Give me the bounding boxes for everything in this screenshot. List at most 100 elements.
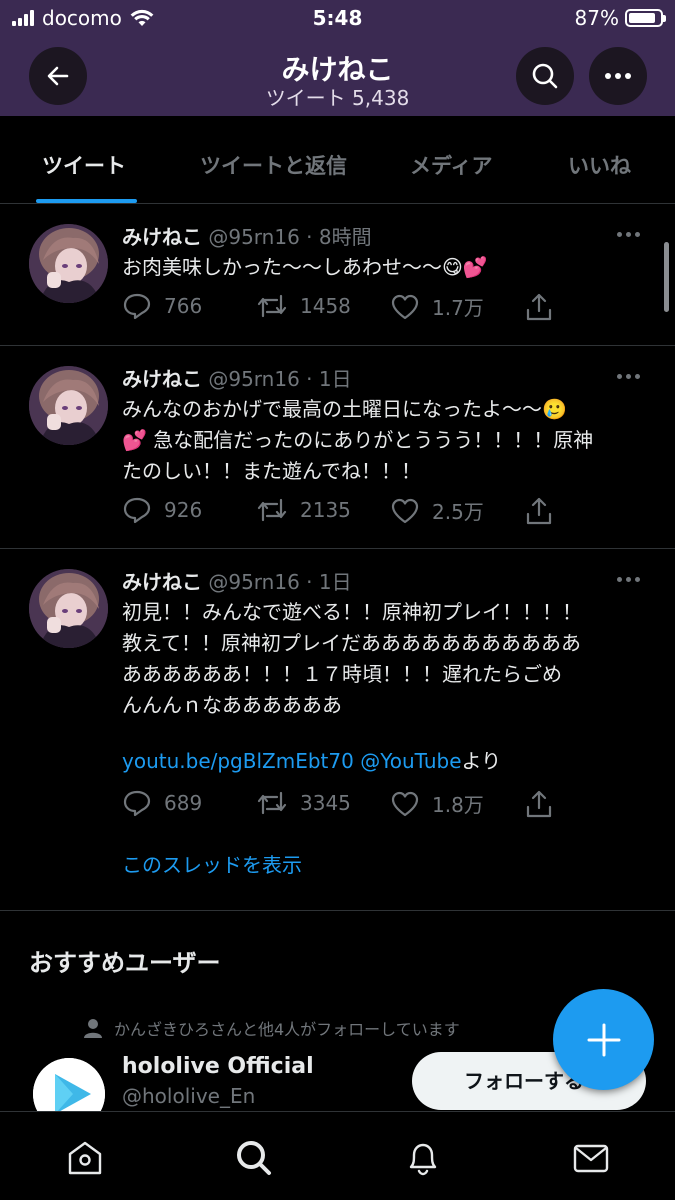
tweet-header: みけねこ @95rn16 · 1日: [122, 566, 352, 595]
more-horizontal-icon: [605, 73, 631, 79]
share-icon: [526, 497, 552, 525]
tweet-meta: @95rn16 · 1日: [208, 570, 352, 594]
avatar-image: [29, 366, 108, 445]
status-right: 87%: [574, 6, 666, 30]
bottom-navigation: [0, 1111, 675, 1200]
recommended-users-heading: おすすめユーザー: [29, 949, 221, 977]
share-icon: [526, 293, 552, 321]
tweet-more-icon[interactable]: [617, 374, 643, 380]
scrollbar[interactable]: [664, 242, 669, 312]
app: docomo 5:48 87% みけねこ ツイート 5,438 ツイート ツイー…: [0, 0, 675, 1200]
like-button[interactable]: 2.5万: [390, 496, 484, 525]
nav-search[interactable]: [232, 1136, 276, 1180]
reply-icon: [123, 790, 151, 817]
reply-count: 689: [164, 791, 203, 815]
like-count: 2.5万: [432, 500, 484, 524]
battery-icon: [625, 9, 666, 27]
tweet-more-icon[interactable]: [617, 577, 643, 583]
messages-icon: [573, 1144, 609, 1173]
show-thread-link[interactable]: このスレッドを表示: [122, 849, 302, 878]
retweet-icon: [257, 498, 287, 522]
retweet-count: 1458: [300, 294, 351, 318]
status-bar: docomo 5:48 87%: [0, 0, 675, 38]
compose-tweet-button[interactable]: [553, 989, 654, 1090]
tweet-author-name[interactable]: みけねこ: [122, 367, 202, 391]
tab-media[interactable]: メディア: [410, 150, 493, 180]
tweet-count: ツイート 5,438: [265, 86, 410, 110]
avatar[interactable]: [29, 224, 108, 303]
plus-icon: [587, 1023, 620, 1056]
search-icon: [532, 63, 558, 89]
avatar-image: [29, 224, 108, 303]
reply-count: 926: [164, 498, 203, 522]
tweet-link-suffix: より: [461, 749, 502, 773]
share-button[interactable]: [524, 292, 554, 322]
retweet-icon: [257, 294, 287, 318]
profile-tabs: ツイート ツイートと返信 メディア いいね: [0, 116, 675, 204]
reply-button[interactable]: 926: [122, 496, 202, 524]
home-icon: [68, 1141, 102, 1175]
nav-notifications[interactable]: [401, 1136, 445, 1180]
avatar-image: [29, 569, 108, 648]
retweet-button[interactable]: 3345: [256, 789, 351, 817]
tweet-header: みけねこ @95rn16 · 8時間: [122, 221, 372, 250]
retweet-button[interactable]: 2135: [256, 496, 351, 524]
tab-tweets[interactable]: ツイート: [42, 150, 126, 180]
tweet-more-icon[interactable]: [617, 232, 643, 238]
tab-likes[interactable]: いいね: [568, 150, 631, 180]
avatar[interactable]: [29, 569, 108, 648]
tweet-url-link[interactable]: youtu.be/pgBlZmEbt70: [122, 749, 354, 773]
reply-button[interactable]: 766: [122, 292, 202, 320]
tweet[interactable]: みけねこ @95rn16 · 1日 初見！！みんなで遊べる！！原神初プレイ！！！…: [0, 549, 675, 911]
battery-percent: 87%: [574, 6, 619, 30]
heart-icon: [391, 498, 419, 523]
tweet-actions: 926 2135 2.5万: [122, 496, 582, 528]
reply-icon: [123, 497, 151, 524]
tweet-actions: 766 1458 1.7万: [122, 292, 582, 324]
like-count: 1.8万: [432, 793, 484, 817]
retweet-count: 3345: [300, 791, 351, 815]
tab-tweets-and-replies[interactable]: ツイートと返信: [200, 150, 347, 180]
more-options-button[interactable]: [589, 47, 647, 105]
retweet-count: 2135: [300, 498, 351, 522]
tweet-header: みけねこ @95rn16 · 1日: [122, 363, 352, 392]
tweet-meta: @95rn16 · 1日: [208, 367, 352, 391]
tweet-text: みんなのおかげで最高の土曜日になったよ〜〜🥲 💕 急な配信だったのにありがとうう…: [122, 397, 594, 483]
share-button[interactable]: [524, 789, 554, 819]
share-button[interactable]: [524, 496, 554, 526]
search-button[interactable]: [516, 47, 574, 105]
like-button[interactable]: 1.7万: [390, 292, 484, 321]
person-icon: [84, 1019, 102, 1038]
tweet-author-name[interactable]: みけねこ: [122, 225, 202, 249]
tweet[interactable]: みけねこ @95rn16 · 8時間 お肉美味しかった〜〜しあわせ〜〜😋💕 76…: [0, 204, 675, 346]
social-context-text: かんざきひろさんと他4人がフォローしています: [114, 1020, 460, 1039]
battery-fill: [629, 13, 656, 23]
tweet-text: お肉美味しかった〜〜しあわせ〜〜😋💕: [122, 255, 488, 279]
reply-button[interactable]: 689: [122, 789, 202, 817]
like-button[interactable]: 1.8万: [390, 789, 484, 818]
search-icon: [237, 1141, 271, 1175]
heart-icon: [391, 294, 419, 319]
profile-header: docomo 5:48 87% みけねこ ツイート 5,438: [0, 0, 675, 116]
nav-messages[interactable]: [569, 1136, 613, 1180]
nav-home[interactable]: [63, 1136, 107, 1180]
tweet-text: 初見！！みんなで遊べる！！原神初プレイ！！！！ 教えて！！原神初プレイだああああ…: [122, 600, 582, 717]
tweet[interactable]: みけねこ @95rn16 · 1日 みんなのおかげで最高の土曜日になったよ〜〜🥲…: [0, 346, 675, 549]
recommended-user-handle: @hololive_En: [122, 1084, 256, 1108]
notifications-icon: [409, 1143, 437, 1176]
tweet-link-line: youtu.be/pgBlZmEbt70 @YouTubeより: [122, 746, 642, 777]
like-count: 1.7万: [432, 296, 484, 320]
active-tab-indicator: [36, 199, 137, 203]
tweet-author-name[interactable]: みけねこ: [122, 570, 202, 594]
retweet-button[interactable]: 1458: [256, 292, 351, 320]
tweet-mention-link[interactable]: @YouTube: [360, 749, 461, 773]
tweet-actions: 689 3345 1.8万: [122, 789, 582, 821]
retweet-icon: [257, 791, 287, 815]
reply-icon: [123, 293, 151, 320]
recommended-social-context: かんざきひろさんと他4人がフォローしています: [84, 1016, 460, 1040]
heart-icon: [391, 791, 419, 816]
recommended-user-name[interactable]: hololive Official: [122, 1054, 314, 1079]
tweet-meta: @95rn16 · 8時間: [208, 225, 372, 249]
avatar[interactable]: [29, 366, 108, 445]
reply-count: 766: [164, 294, 203, 318]
